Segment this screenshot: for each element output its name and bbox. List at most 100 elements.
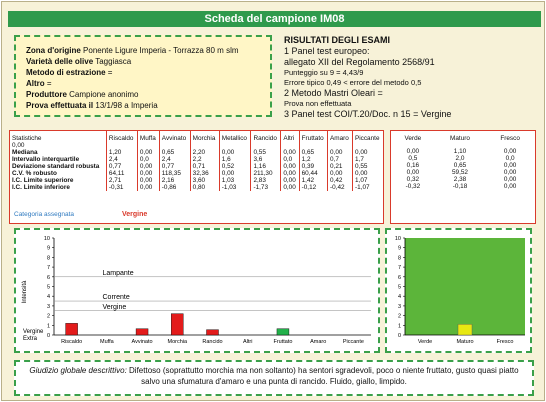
table-row: Deviazione standard robusta 0,77 0,00 0,77 0… [10,163,383,170]
x-tick-label: Amaro [310,339,326,345]
bar [276,328,290,336]
band-label: Corrente [103,294,130,301]
metodo-row: Metodo di estrazione = [26,67,270,78]
table-row: 0,32 2,38 0,00 [391,176,535,183]
table-cell: 0,00 [351,149,383,156]
table-row: 0,16 0,65 0,00 [391,162,535,169]
defects-chart-panel: 0 1 2 3 4 5 6 7 8 9 10 Intensità Lampante Corrente Ver… [14,228,380,353]
y-tick-label: 8 [47,255,50,261]
fruttato-header-cell: Verde [404,135,422,142]
judgement-label: Giudizio globale descrittivo: [29,366,127,375]
y-tick-label: 7 [398,265,401,271]
zona-label: Zona d'origine [26,46,81,55]
plot-background [405,238,525,335]
row-label: Intervallo interquartile [12,156,80,163]
table-cell: -0,12 [298,184,328,191]
table-cell: 0,00 [136,163,160,170]
y-tick-label: 1 [398,323,401,329]
varieta-value: Taggiasca [95,57,132,66]
table-cell: -0,32 [405,183,421,190]
x-tick-label: Muffa [100,339,115,345]
table-cell: -0,31 [105,184,138,191]
result-panel-europeo: 1 Panel test europeo: [284,46,370,56]
table-cell: 2,20 [189,149,220,156]
table-cell: 0,00 [406,148,420,155]
x-tick-label: Rancido [202,339,222,345]
stats-header-cell: Avvinato [158,131,191,149]
band-label: Lampante [103,270,134,277]
y-tick-label: 5 [398,285,401,291]
result-punteggio: Punteggio su 9 = 4,43/9 [284,68,364,77]
y-tick-label: 5 [47,285,50,291]
y-tick-label: 2 [47,314,50,320]
metodo-value: = [107,68,113,77]
bar [206,329,219,336]
table-cell: 1,7 [351,156,383,163]
stats-header-cell: Metallico [218,131,251,149]
table-row: 0,00 59,52 0,00 [391,169,535,176]
table-cell: 0,65 [298,149,328,156]
y-tick-label: 10 [395,236,401,242]
table-cell: 0,00 [503,162,517,169]
varieta-label: Varietà delle olive [26,57,94,66]
table-cell: 0,7 [326,156,353,163]
categoria-label: Categoria assegnata [14,211,74,218]
table-row: 0,5 2,0 0,0 [391,155,535,162]
table-cell: 0,00 [136,184,160,191]
statistics-table-panel: Statistiche 0,00 Riscaldo Muffa Avvinato Mor… [9,130,384,224]
table-cell: 0,0 [505,155,515,162]
table-cell: 0,00 [280,184,300,191]
x-tick-label: Fruttato [273,339,292,345]
x-tick-label: Altri [243,339,252,345]
table-cell: 1,42 [298,177,328,184]
table-cell: -0,42 [326,184,353,191]
table-cell: 0,00 [280,177,300,184]
fruttato-chart-panel: 0 1 2 3 4 5 6 7 8 9 10 Verde Maturo Fresco [385,228,532,353]
table-cell: 0,77 [105,163,138,170]
table-cell: -0,18 [452,183,468,190]
stats-header-cell: Morchia [189,131,220,149]
table-cell: 59,52 [451,169,468,176]
table-row: 0,00 1,10 0,00 [391,148,535,155]
y-tick-label: 9 [398,246,401,252]
table-cell: 1,6 [218,156,251,163]
table-cell: 1,03 [218,177,251,184]
table-cell: 2,4 [158,156,191,163]
result-prova-non-effettuata: Prova non effettuata [284,99,352,108]
table-row: I.C. Limite superiore 2,71 0,00 2,16 3,60 1,0… [10,177,383,184]
table-cell: 0,0 [280,156,300,163]
produttore-row: Produttore Campione anonimo [26,89,270,100]
results-title: RISULTATI DEGLI ESAMI [284,35,390,45]
table-cell: 0,80 [189,184,220,191]
table-cell: 0,00 [136,177,160,184]
table-cell: 0,77 [158,163,191,170]
fruttato-chart: 0 1 2 3 4 5 6 7 8 9 10 Verde Maturo Fresco [395,236,525,345]
table-row: C.V. % robusto 64,11 0,00 118,35 32,36 0,00 21… [10,170,383,177]
page: Scheda del campione IM08 Zona d'origine … [0,0,546,402]
table-cell: 0,0 [136,156,160,163]
fruttato-header-cell: Fresco [500,135,520,142]
y-axis-label: Intensità [22,280,28,303]
result-errore: Errore tipico 0,49 < errore del metodo 0… [284,78,422,87]
table-row: Mediana 1,20 0,00 0,65 2,20 0,00 0,55 0,00 0,65 0… [10,149,383,156]
table-cell: 1,07 [351,177,383,184]
row-label: C.V. % robusto [12,170,57,177]
defects-chart: 0 1 2 3 4 5 6 7 8 9 10 Intensità Lampante Corrente Ver… [22,236,371,345]
y-tick-label: 2 [398,314,401,320]
prova-label: Prova effettuata il [26,101,94,110]
y-tick-label: 0 [47,333,50,339]
table-cell: 211,30 [250,170,281,177]
y-tick-label: 4 [47,294,50,300]
table-row: I.C. Limite inferiore -0,31 0,00 -0,86 0,80-… [10,184,383,191]
table-cell: 0,00 [218,149,251,156]
bottom-label-extra: Extra [23,336,38,342]
y-tick-label: 0 [398,333,401,339]
table-cell: 0,55 [351,163,383,170]
result-mastri-oleari: 2 Metodo Mastri Oleari = [284,88,383,98]
zona-row: Zona d'origine Ponente Ligure Imperia - … [26,45,270,56]
table-cell: 0,00 [280,163,300,170]
table-cell: 2,16 [158,177,191,184]
table-cell: 0,32 [406,176,420,183]
table-cell: 0,39 [298,163,328,170]
table-cell: 0,16 [406,162,420,169]
